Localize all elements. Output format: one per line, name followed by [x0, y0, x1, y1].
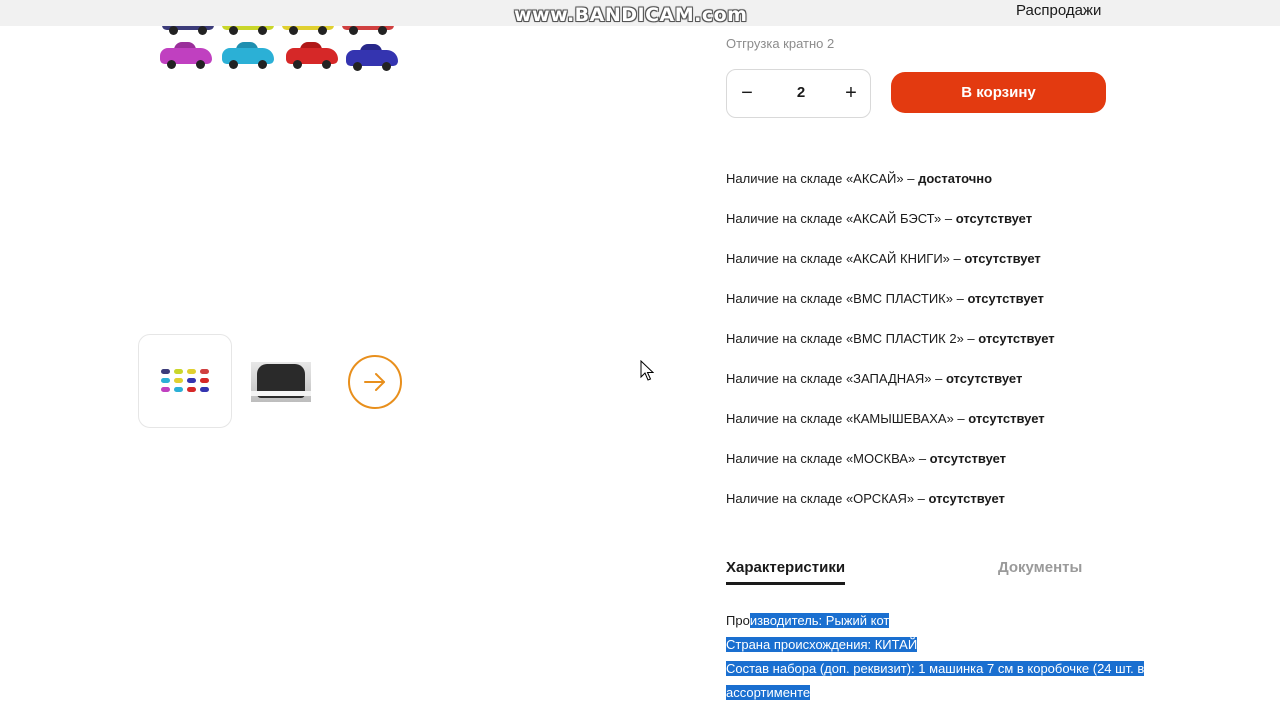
- tab-characteristics[interactable]: Характеристики: [726, 559, 846, 585]
- product-main-image[interactable]: [140, 26, 420, 90]
- toy-car-image: [342, 26, 394, 35]
- stock-label: Наличие на складе «КАМЫШЕВАХА» –: [726, 411, 969, 426]
- stock-status: отсутствует: [964, 251, 1041, 266]
- spec-manufacturer: Производитель: Рыжий кот: [726, 609, 1176, 633]
- recording-watermark: www.BANDICAM.com: [514, 4, 748, 26]
- toy-car-image: [222, 42, 274, 69]
- quantity-input[interactable]: [777, 83, 825, 102]
- stock-status: отсутствует: [978, 331, 1055, 346]
- spec-country: Страна происхождения: КИТАЙ: [726, 633, 1176, 657]
- stock-label: Наличие на складе «ВМС ПЛАСТИК 2» –: [726, 331, 979, 346]
- stock-status: отсутствует: [945, 371, 1023, 386]
- stock-row: Наличие на складе «АКСАЙ БЭСТ» – отсутст…: [726, 210, 1055, 250]
- stock-label: Наличие на складе «ЗАПАДНАЯ» –: [726, 371, 946, 386]
- quantity-stepper[interactable]: − +: [726, 69, 871, 118]
- shipment-multiple-note: Отгрузка кратно 2: [726, 36, 835, 51]
- next-thumbnail-button[interactable]: [348, 355, 402, 409]
- stock-status: отсутствует: [929, 451, 1007, 466]
- stock-status: достаточно: [918, 171, 993, 186]
- toy-car-image: [160, 42, 212, 69]
- spec-manufacturer-selected: изводитель: Рыжий кот: [749, 613, 890, 628]
- warehouse-stock-list: Наличие на складе «АКСАЙ» – достаточно Н…: [726, 170, 1055, 530]
- stock-row: Наличие на складе «ВМС ПЛАСТИК 2» – отсу…: [726, 330, 1055, 370]
- tab-documents[interactable]: Документы: [998, 559, 1082, 576]
- toy-car-image: [222, 26, 274, 35]
- arrow-right-icon: [364, 373, 385, 391]
- stock-row: Наличие на складе «ЗАПАДНАЯ» – отсутству…: [726, 370, 1055, 410]
- toy-car-image: [162, 26, 214, 35]
- stock-row: Наличие на складе «ОРСКАЯ» – отсутствует: [726, 490, 1055, 530]
- toy-car-image: [286, 42, 338, 69]
- stock-status: отсутствует: [928, 491, 1005, 506]
- spec-country-text: Страна происхождения: КИТАЙ: [726, 637, 918, 652]
- stock-status: отсутствует: [967, 291, 1044, 306]
- stock-row: Наличие на складе «ВМС ПЛАСТИК» – отсутс…: [726, 290, 1055, 330]
- toy-car-image: [346, 44, 398, 71]
- add-to-cart-button[interactable]: В корзину: [891, 72, 1106, 113]
- spec-set-contents-continued: ассортименте: [726, 681, 1176, 705]
- increase-quantity-button[interactable]: +: [840, 82, 862, 104]
- stock-label: Наличие на складе «АКСАЙ БЭСТ» –: [726, 211, 956, 226]
- stock-label: Наличие на складе «АКСАЙ КНИГИ» –: [726, 251, 965, 266]
- characteristics-list: Производитель: Рыжий кот Страна происхож…: [726, 609, 1176, 705]
- spec-manufacturer-prefix: Про: [726, 613, 750, 628]
- stock-status: отсутствует: [968, 411, 1045, 426]
- stock-label: Наличие на складе «АКСАЙ» –: [726, 171, 919, 186]
- thumbnail-image-1[interactable]: [138, 334, 232, 428]
- thumbnail-image-2[interactable]: [251, 362, 311, 402]
- spec-set-contents: Состав набора (доп. реквизит): 1 машинка…: [726, 657, 1176, 681]
- stock-status: отсутствует: [955, 211, 1033, 226]
- mouse-pointer-icon: [640, 360, 654, 381]
- toy-cars-thumbnail-image: [161, 369, 209, 395]
- sales-link[interactable]: Распродажи: [1016, 2, 1101, 19]
- spec-set-line-2: ассортименте: [726, 685, 811, 700]
- video-caption-strip: [251, 391, 311, 396]
- stock-label: Наличие на складе «ОРСКАЯ» –: [726, 491, 929, 506]
- stock-row: Наличие на складе «КАМЫШЕВАХА» – отсутст…: [726, 410, 1055, 450]
- stock-label: Наличие на складе «ВМС ПЛАСТИК» –: [726, 291, 968, 306]
- stock-row: Наличие на складе «АКСАЙ КНИГИ» – отсутс…: [726, 250, 1055, 290]
- stock-label: Наличие на складе «МОСКВА» –: [726, 451, 930, 466]
- decrease-quantity-button[interactable]: −: [736, 82, 758, 104]
- toy-car-image: [282, 26, 334, 35]
- stock-row: Наличие на складе «МОСКВА» – отсутствует: [726, 450, 1055, 490]
- stock-row: Наличие на складе «АКСАЙ» – достаточно: [726, 170, 1055, 210]
- spec-set-line-1: Состав набора (доп. реквизит): 1 машинка…: [726, 661, 1145, 676]
